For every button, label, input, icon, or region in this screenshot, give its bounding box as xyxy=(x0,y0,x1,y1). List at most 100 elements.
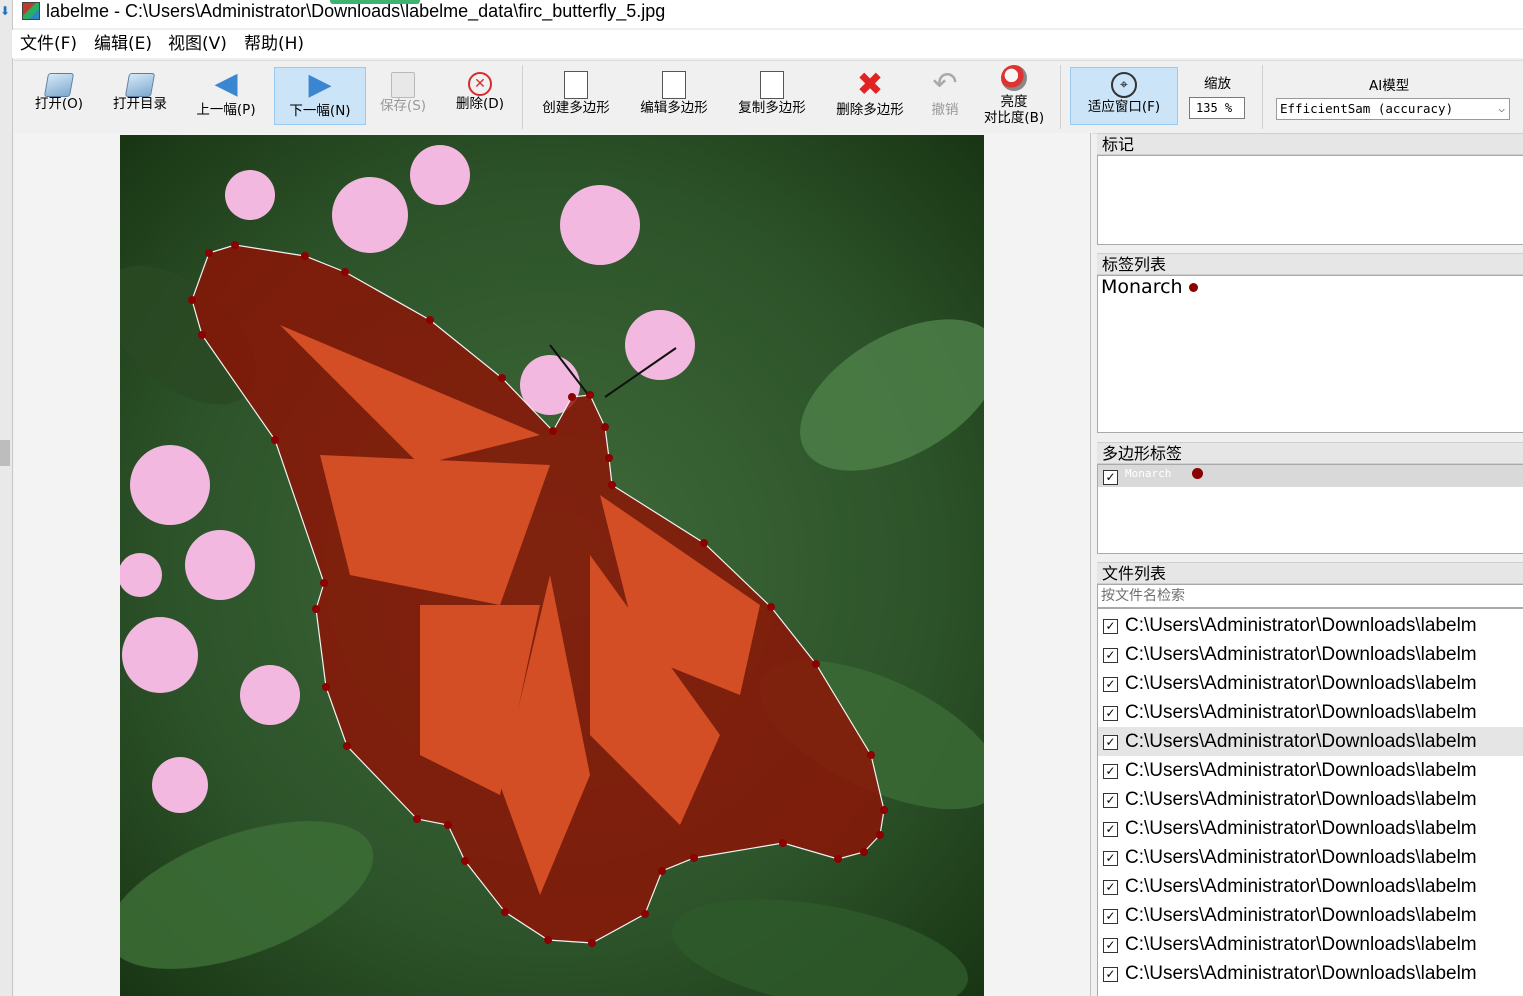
file-list-item[interactable]: ✓ C:\Users\Administrator\Downloads\labelm xyxy=(1098,669,1523,698)
polygon-visible-checkbox[interactable]: ✓ xyxy=(1103,470,1118,485)
butterfly-image xyxy=(120,135,984,996)
edge-marker xyxy=(0,440,10,466)
labelme-app-icon xyxy=(22,2,40,20)
zoom-fit-icon: ⌖ xyxy=(1111,72,1137,98)
dock-splitter[interactable] xyxy=(1090,133,1091,996)
toolbar-separator xyxy=(1060,65,1061,129)
files-dock: 文件列表 按文件名检索 ✓ C:\Users\Administrator\Down… xyxy=(1097,562,1523,996)
ai-model-label: AI模型 xyxy=(1369,78,1410,94)
fit-window-button[interactable]: ⌖ 适应窗口(F) xyxy=(1070,67,1178,125)
menu-view[interactable]: 视图(V) xyxy=(168,34,227,54)
arrow-left-icon: ◀ xyxy=(214,66,238,101)
save-label: 保存(S) xyxy=(379,98,427,114)
red-x-icon: ✖ xyxy=(856,65,884,103)
fit-window-label: 适应窗口(F) xyxy=(1087,99,1161,115)
copy-polygon-icon xyxy=(760,71,784,99)
polygon-list[interactable]: ✓ Monarch xyxy=(1097,464,1523,554)
next-label: 下一幅(N) xyxy=(289,103,351,119)
folder-open-icon xyxy=(43,73,75,97)
open-dir-label: 打开目录 xyxy=(113,96,167,112)
undo-icon: ↶ xyxy=(932,66,958,101)
toolbar-separator xyxy=(1262,65,1263,129)
menu-edit[interactable]: 编辑(E) xyxy=(94,34,152,54)
brightness-contrast-button[interactable]: 亮度 对比度(B) xyxy=(978,63,1050,129)
delete-file-button[interactable]: ✕ 删除(D) xyxy=(450,67,510,125)
file-list-item[interactable]: ✓ C:\Users\Administrator\Downloads\labelm xyxy=(1098,611,1523,640)
polygon-list-item[interactable]: ✓ Monarch xyxy=(1098,465,1523,487)
menu-bar: 文件(F) 编辑(E) 视图(V) 帮助(H) xyxy=(12,30,1523,58)
file-list-item[interactable]: ✓ C:\Users\Administrator\Downloads\labelm xyxy=(1098,698,1523,727)
file-checkbox[interactable]: ✓ xyxy=(1103,706,1118,721)
delete-polygon-button[interactable]: ✖ 删除多边形 xyxy=(828,67,912,125)
file-list-item[interactable]: ✓ C:\Users\Administrator\Downloads\labelm xyxy=(1098,872,1523,901)
copy-polygon-label: 复制多边形 xyxy=(738,100,806,116)
file-checkbox[interactable]: ✓ xyxy=(1103,764,1118,779)
polygon-label: Monarch xyxy=(1125,467,1172,480)
brightness-icon xyxy=(1001,65,1027,91)
label-list[interactable]: Monarch xyxy=(1097,275,1523,433)
file-checkbox[interactable]: ✓ xyxy=(1103,967,1118,982)
file-list-item[interactable]: ✓ C:\Users\Administrator\Downloads\labelm xyxy=(1098,814,1523,843)
open-dir-button[interactable]: 打开目录 xyxy=(106,67,174,125)
file-list-item[interactable]: ✓ C:\Users\Administrator\Downloads\labelm xyxy=(1098,843,1523,872)
file-checkbox[interactable]: ✓ xyxy=(1103,735,1118,750)
file-search-input[interactable]: 按文件名检索 xyxy=(1097,584,1523,608)
file-checkbox[interactable]: ✓ xyxy=(1103,677,1118,692)
label-list-item[interactable]: Monarch xyxy=(1098,276,1523,298)
menu-file[interactable]: 文件(F) xyxy=(20,34,77,54)
file-list-item[interactable]: ✓ C:\Users\Administrator\Downloads\labelm xyxy=(1098,959,1523,988)
flags-title: 标记 xyxy=(1097,133,1523,155)
file-checkbox[interactable]: ✓ xyxy=(1103,938,1118,953)
file-checkbox[interactable]: ✓ xyxy=(1103,851,1118,866)
file-path: C:\Users\Administrator\Downloads\labelm xyxy=(1125,876,1477,897)
file-checkbox[interactable]: ✓ xyxy=(1103,793,1118,808)
edit-polygon-label: 编辑多边形 xyxy=(640,100,708,116)
prev-label: 上一幅(P) xyxy=(196,102,256,118)
ai-model-value: EfficientSam (accuracy) xyxy=(1280,101,1454,116)
file-checkbox[interactable]: ✓ xyxy=(1103,648,1118,663)
files-title: 文件列表 xyxy=(1097,562,1523,584)
file-path: C:\Users\Administrator\Downloads\labelm xyxy=(1125,818,1477,839)
ai-model-select[interactable]: EfficientSam (accuracy) ⌵ xyxy=(1276,98,1510,120)
file-checkbox[interactable]: ✓ xyxy=(1103,880,1118,895)
file-path: C:\Users\Administrator\Downloads\labelm xyxy=(1125,615,1477,636)
file-list[interactable]: ✓ C:\Users\Administrator\Downloads\labelm… xyxy=(1097,608,1523,996)
labels-title: 标签列表 xyxy=(1097,253,1523,275)
undo-button[interactable]: ↶ 撤销 xyxy=(920,67,970,125)
delete-polygon-label: 删除多边形 xyxy=(836,102,904,118)
file-path: C:\Users\Administrator\Downloads\labelm xyxy=(1125,644,1477,665)
delete-label: 删除(D) xyxy=(456,96,504,112)
canvas-area[interactable] xyxy=(14,133,1092,996)
file-list-item[interactable]: ✓ C:\Users\Administrator\Downloads\labelm xyxy=(1098,901,1523,930)
title-accent-bar xyxy=(330,0,420,4)
contrast-label: 对比度(B) xyxy=(983,110,1045,126)
undo-label: 撤销 xyxy=(931,102,959,118)
file-list-item-selected[interactable]: ✓ C:\Users\Administrator\Downloads\labelm xyxy=(1098,727,1523,756)
edit-polygon-button[interactable]: 编辑多边形 xyxy=(632,67,716,125)
copy-polygon-button[interactable]: 复制多边形 xyxy=(730,67,814,125)
file-list-item[interactable]: ✓ C:\Users\Administrator\Downloads\labelm xyxy=(1098,930,1523,959)
create-polygon-button[interactable]: 创建多边形 xyxy=(534,67,618,125)
file-path: C:\Users\Administrator\Downloads\labelm xyxy=(1125,702,1477,723)
next-image-button[interactable]: ▶ 下一幅(N) xyxy=(274,67,366,125)
label-name: Monarch xyxy=(1101,276,1183,298)
image-canvas xyxy=(120,135,984,996)
zoom-input[interactable]: 135 % xyxy=(1189,97,1245,119)
save-button[interactable]: 保存(S) xyxy=(372,67,434,125)
left-window-edge: ⬇ xyxy=(0,0,13,996)
title-bar: labelme - C:\Users\Administrator\Downloa… xyxy=(0,0,1523,28)
file-path: C:\Users\Administrator\Downloads\labelm xyxy=(1125,789,1477,810)
open-button[interactable]: 打开(O) xyxy=(28,67,90,125)
polygons-title: 多边形标签 xyxy=(1097,442,1523,464)
file-checkbox[interactable]: ✓ xyxy=(1103,822,1118,837)
file-list-item[interactable]: ✓ C:\Users\Administrator\Downloads\labelm xyxy=(1098,640,1523,669)
file-list-item[interactable]: ✓ C:\Users\Administrator\Downloads\labelm xyxy=(1098,785,1523,814)
file-checkbox[interactable]: ✓ xyxy=(1103,619,1118,634)
folder-icon xyxy=(124,73,156,97)
file-list-item[interactable]: ✓ C:\Users\Administrator\Downloads\labelm xyxy=(1098,756,1523,785)
file-checkbox[interactable]: ✓ xyxy=(1103,909,1118,924)
menu-help[interactable]: 帮助(H) xyxy=(244,34,304,54)
prev-image-button[interactable]: ◀ 上一幅(P) xyxy=(188,67,264,125)
create-polygon-icon xyxy=(564,71,588,99)
flags-list[interactable] xyxy=(1097,155,1523,245)
